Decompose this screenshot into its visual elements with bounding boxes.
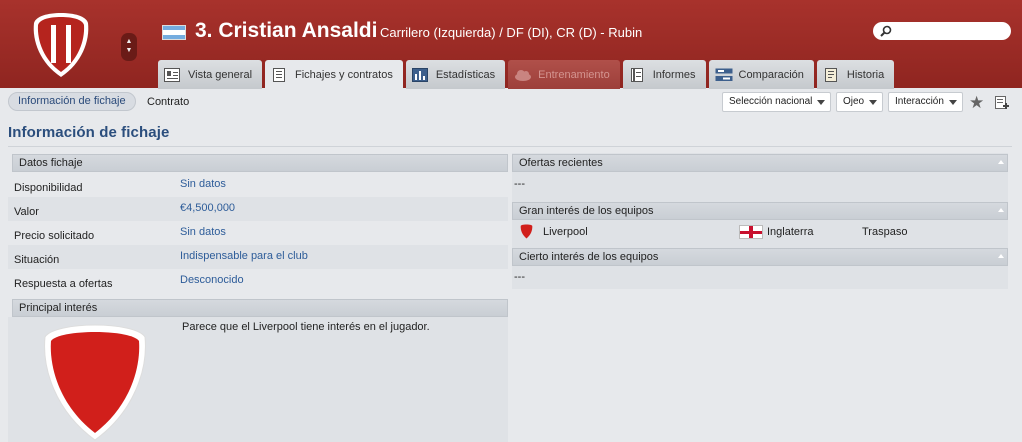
tab-label: Vista general: [188, 68, 253, 81]
table-row: Situación Indispensable para el club: [8, 245, 508, 269]
table-row: Disponibilidad Sin datos: [8, 173, 508, 197]
argentina-flag-icon: [162, 25, 186, 40]
document-icon: [271, 68, 287, 82]
tab-label: Fichajes y contratos: [295, 69, 393, 81]
collapse-icon[interactable]: [998, 160, 1004, 164]
subtab-contrato[interactable]: Contrato: [147, 96, 189, 108]
player-position: Carrilero (Izquierda) / DF (DI), CR (D) …: [380, 25, 643, 40]
dropdown-label: Ojeo: [843, 96, 865, 107]
datos-fichaje-header: Datos fichaje: [12, 154, 508, 172]
ojeo-dropdown[interactable]: Ojeo: [836, 92, 884, 112]
sub-navigation: Información de fichaje Contrato Selecció…: [0, 89, 1022, 115]
row-label: Precio solicitado: [14, 230, 95, 242]
table-row: Respuesta a ofertas Desconocido: [8, 269, 508, 293]
row-label: Respuesta a ofertas: [14, 278, 113, 290]
subtab-informacion-fichaje[interactable]: Información de fichaje: [8, 92, 136, 111]
table-row: Valor €4,500,000: [8, 197, 508, 221]
tab-label: Historia: [846, 68, 885, 81]
panel-title: Principal interés: [19, 302, 98, 314]
tab-label: Comparación: [738, 68, 804, 81]
page-title: Información de fichaje: [8, 124, 170, 141]
tab-label: Informes: [652, 68, 696, 81]
player-nav-stepper[interactable]: ▲ ▼: [121, 33, 137, 61]
row-value: Desconocido: [180, 274, 244, 286]
divider: [8, 146, 1012, 147]
stats-icon: [411, 67, 428, 82]
row-label: Disponibilidad: [14, 182, 83, 194]
ofertas-recientes-header[interactable]: Ofertas recientes: [512, 154, 1008, 172]
cierto-interes-value: ---: [514, 271, 525, 283]
tab-label: Estadísticas: [435, 68, 496, 81]
panel-title: Ofertas recientes: [519, 157, 603, 169]
tab-comparacion[interactable]: Comparación: [708, 60, 814, 89]
tab-historia[interactable]: Historia: [816, 60, 895, 89]
player-name: 3. Cristian Ansaldi: [195, 19, 378, 42]
row-value: Sin datos: [180, 178, 226, 190]
chevron-down-icon: [869, 100, 878, 105]
search-input[interactable]: [873, 22, 1011, 40]
cierto-interes-header[interactable]: Cierto interés de los equipos: [512, 248, 1008, 266]
club-crest-icon: [33, 13, 89, 77]
row-value: Indispensable para el club: [180, 250, 308, 262]
tab-estadisticas[interactable]: Estadísticas: [405, 60, 506, 89]
history-icon: [823, 67, 839, 82]
cloud-icon: [514, 68, 532, 82]
collapse-icon[interactable]: [998, 254, 1004, 258]
club-country: Inglaterra: [767, 226, 814, 238]
liverpool-badge-icon: [520, 224, 533, 239]
table-row: Precio solicitado Sin datos: [8, 221, 508, 245]
liverpool-crest-icon[interactable]: [40, 323, 150, 442]
panel-title: Datos fichaje: [19, 157, 83, 169]
collapse-icon[interactable]: [998, 208, 1004, 212]
panel-title: Gran interés de los equipos: [519, 205, 654, 217]
row-label: Situación: [14, 254, 60, 266]
interested-club[interactable]: Liverpool: [543, 226, 588, 238]
panel-title: Cierto interés de los equipos: [519, 251, 659, 263]
tab-bar: Vista general Fichajes y contratos Estad…: [158, 60, 897, 90]
chevron-down-icon: [817, 100, 826, 105]
interest-type: Traspaso: [862, 226, 908, 238]
ofertas-recientes-value: ---: [514, 178, 525, 190]
seleccion-nacional-dropdown[interactable]: Selección nacional: [722, 92, 832, 112]
row-value: Sin datos: [180, 226, 226, 238]
compare-icon: [715, 68, 732, 82]
row-label: Valor: [14, 206, 39, 218]
principal-interes-text: Parece que el Liverpool tiene interés en…: [182, 321, 430, 333]
tab-entrenamiento: Entrenamiento: [508, 60, 620, 89]
tab-fichajes[interactable]: Fichajes y contratos: [265, 60, 403, 90]
interest-panels: [512, 153, 1008, 289]
search-icon: [880, 25, 892, 37]
chevron-down-icon: [948, 100, 957, 105]
tab-informes[interactable]: Informes: [622, 60, 706, 89]
tab-label: Entrenamiento: [538, 68, 610, 81]
dropdown-label: Selección nacional: [729, 96, 813, 107]
star-icon[interactable]: ★: [969, 93, 984, 113]
overview-icon: [164, 67, 180, 82]
interaccion-dropdown[interactable]: Interacción: [888, 92, 963, 112]
row-value: €4,500,000: [180, 202, 236, 214]
gran-interes-header[interactable]: Gran interés de los equipos: [512, 202, 1008, 220]
report-icon: [629, 67, 645, 82]
add-note-icon[interactable]: [995, 96, 1009, 111]
tab-vista-general[interactable]: Vista general: [158, 60, 263, 89]
england-flag-icon: [739, 225, 763, 239]
principal-interes-header: Principal interés: [12, 299, 508, 317]
dropdown-label: Interacción: [895, 96, 944, 107]
